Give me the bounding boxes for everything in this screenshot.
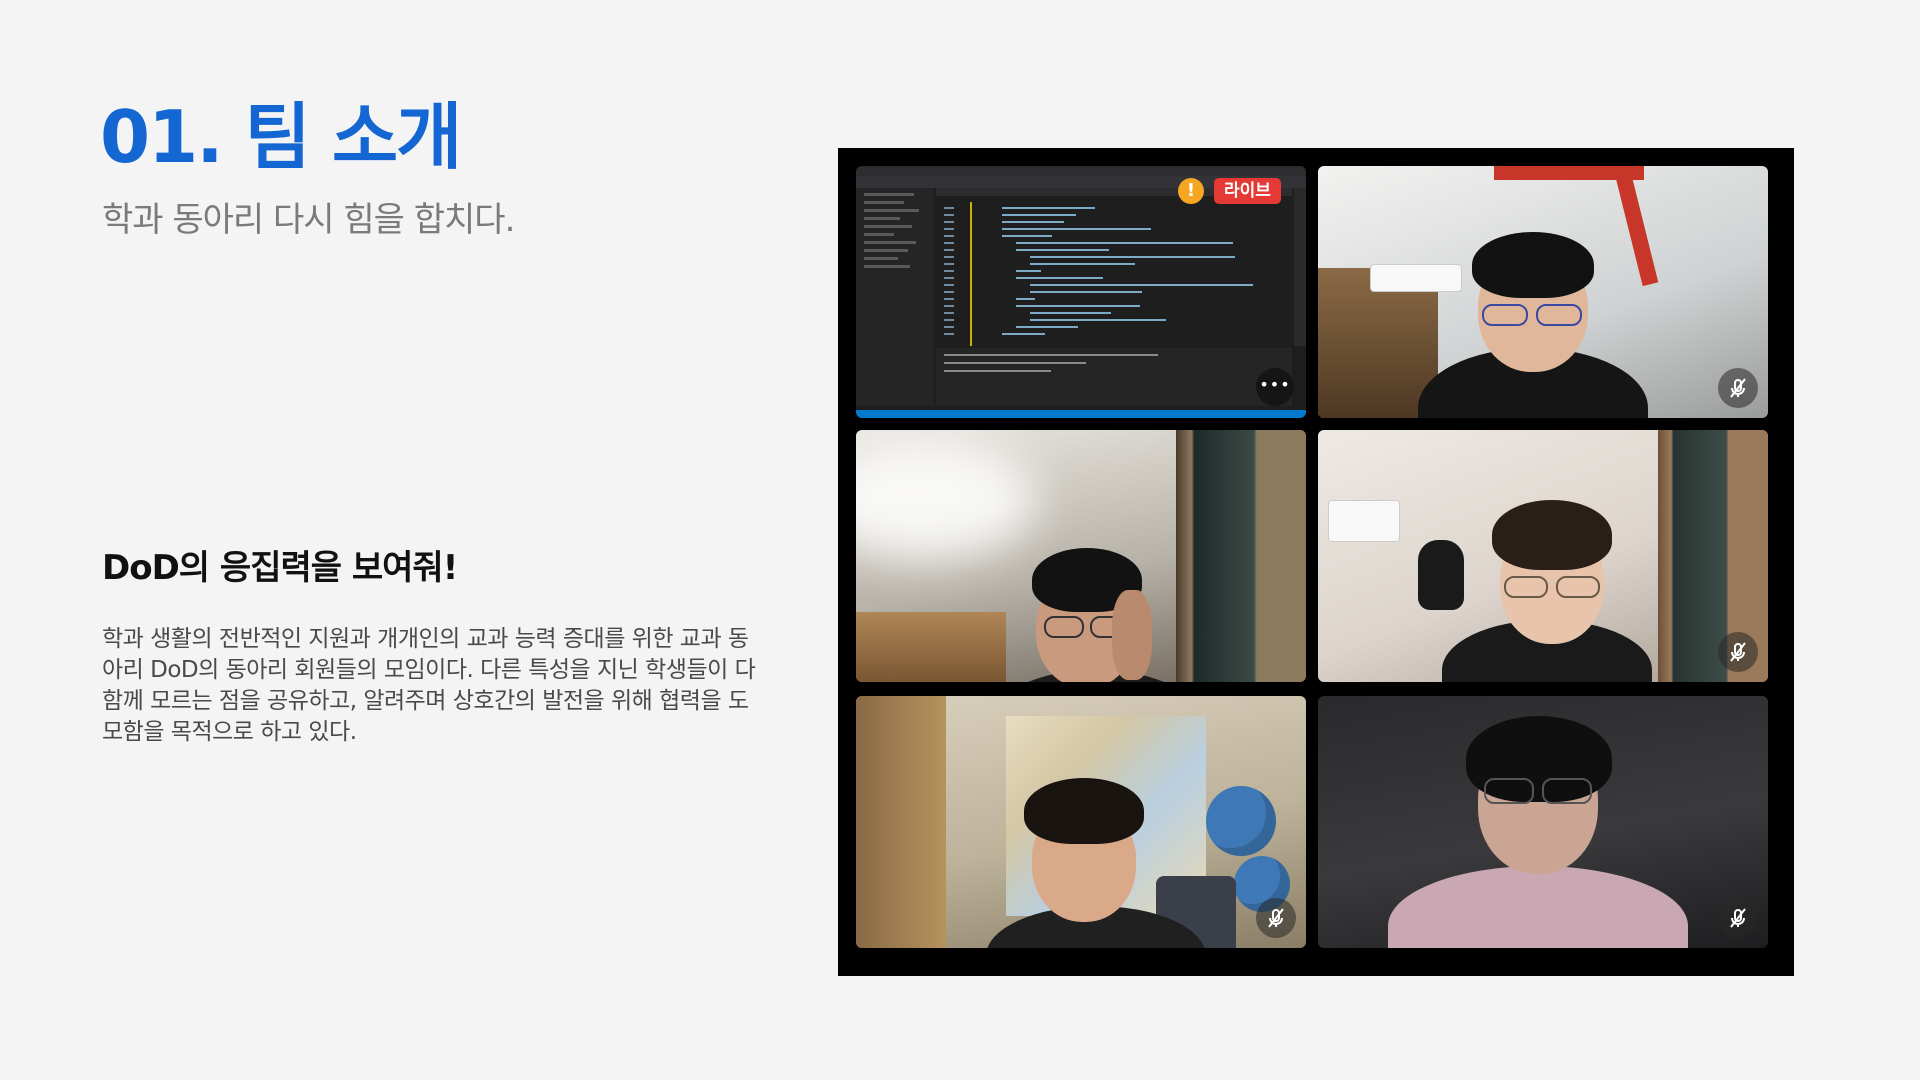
more-options-button[interactable]: ••• [1256,368,1294,406]
ide-solution-explorer [856,188,934,406]
ide-output-panel [936,348,1292,406]
ide-code-editor [936,188,1292,346]
mic-muted-icon [1718,898,1758,938]
ide-menubar [856,166,1306,176]
mic-muted-icon [1718,632,1758,672]
participant-tile[interactable] [856,430,1306,682]
screen-share-tile[interactable]: ! 라이브 ••• [856,166,1306,418]
live-badge: 라이브 [1214,178,1281,204]
video-call-screenshot: ! 라이브 ••• [838,148,1794,976]
section-heading: DoD의 응집력을 보여줘! [102,548,458,588]
participant-tile[interactable] [856,696,1306,948]
ide-minimap [1294,188,1306,346]
ide-statusbar [856,410,1306,418]
participant-tile[interactable] [1318,430,1768,682]
warning-icon[interactable]: ! [1178,178,1204,204]
mic-muted-icon [1256,898,1296,938]
description-text: 학과 생활의 전반적인 지원과 개개인의 교과 능력 증대를 위한 교과 동아리… [102,626,756,745]
mic-muted-icon [1718,368,1758,408]
participant-tile[interactable] [1318,166,1768,418]
slide-title: 01. 팀 소개 [100,95,462,179]
slide-subtitle: 학과 동아리 다시 힘을 합치다. [102,200,515,240]
participant-tile[interactable] [1318,696,1768,948]
